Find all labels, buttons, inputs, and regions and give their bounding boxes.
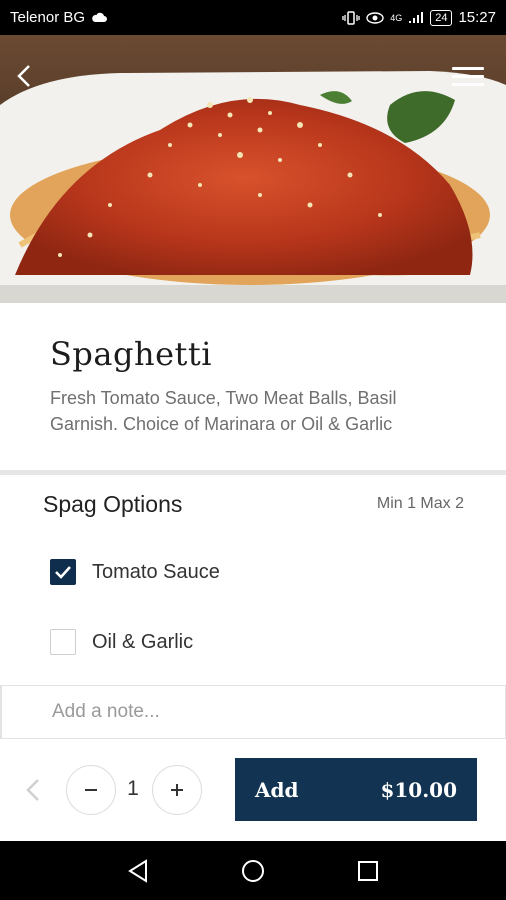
nav-home-button[interactable] [233, 851, 273, 891]
note-field-container [0, 685, 506, 739]
option-oil-garlic[interactable]: Oil & Garlic [50, 627, 193, 657]
section-divider [0, 470, 506, 475]
spaghetti-photo-illustration [0, 35, 506, 303]
item-info: Spaghetti Fresh Tomato Sauce, Two Meat B… [0, 303, 506, 471]
previous-button[interactable] [18, 775, 48, 805]
checkbox-unchecked[interactable] [50, 629, 76, 655]
clock: 15:27 [458, 9, 496, 26]
price-label: $10.00 [380, 777, 457, 802]
status-left: Telenor BG [10, 9, 108, 26]
cloud-icon [92, 12, 108, 22]
add-to-cart-button[interactable]: Add $10.00 [235, 758, 477, 821]
status-icons: 4G 24 [342, 9, 453, 26]
carrier-label: Telenor BG [10, 9, 86, 26]
nav-back-button[interactable] [118, 851, 158, 891]
option-label: Tomato Sauce [92, 560, 220, 583]
status-right: 4G 24 15:27 [342, 9, 496, 26]
dish-photo [0, 35, 506, 303]
item-description: Fresh Tomato Sauce, Two Meat Balls, Basi… [50, 388, 397, 434]
status-bar: Telenor BG 4G 24 15:27 [0, 0, 506, 35]
eye-icon [366, 11, 384, 24]
quantity-value: 1 [127, 777, 139, 800]
vibrate-icon [342, 10, 360, 25]
item-title: Spaghetti [50, 335, 212, 373]
option-label: Oil & Garlic [92, 630, 194, 653]
note-input[interactable] [2, 686, 505, 738]
nav-recents-button[interactable] [348, 851, 388, 891]
triangle-back-icon [127, 858, 147, 883]
signal-icon [409, 12, 424, 23]
option-tomato-sauce[interactable]: Tomato Sauce [50, 557, 220, 587]
minus-icon [85, 789, 97, 791]
menu-button[interactable] [452, 60, 492, 92]
decrease-quantity-button[interactable] [66, 765, 116, 815]
chevron-left-icon [17, 65, 30, 87]
checkmark-icon [55, 566, 71, 579]
back-button[interactable] [10, 58, 38, 94]
network-type: 4G [390, 12, 403, 23]
square-recents-icon [358, 860, 379, 881]
system-nav-bar [0, 841, 506, 900]
circle-home-icon [241, 859, 264, 882]
add-label: Add [255, 777, 299, 802]
options-header: Spag Options Min 1 Max 2 [43, 488, 464, 520]
hamburger-menu-icon [452, 66, 484, 70]
options-limit: Min 1 Max 2 [376, 495, 464, 512]
chevron-left-icon [26, 779, 39, 801]
battery-indicator: 24 [430, 9, 453, 26]
checkbox-checked[interactable] [50, 559, 76, 585]
increase-quantity-button[interactable] [152, 765, 202, 815]
options-title: Spag Options [43, 490, 183, 517]
plus-icon [171, 784, 183, 796]
